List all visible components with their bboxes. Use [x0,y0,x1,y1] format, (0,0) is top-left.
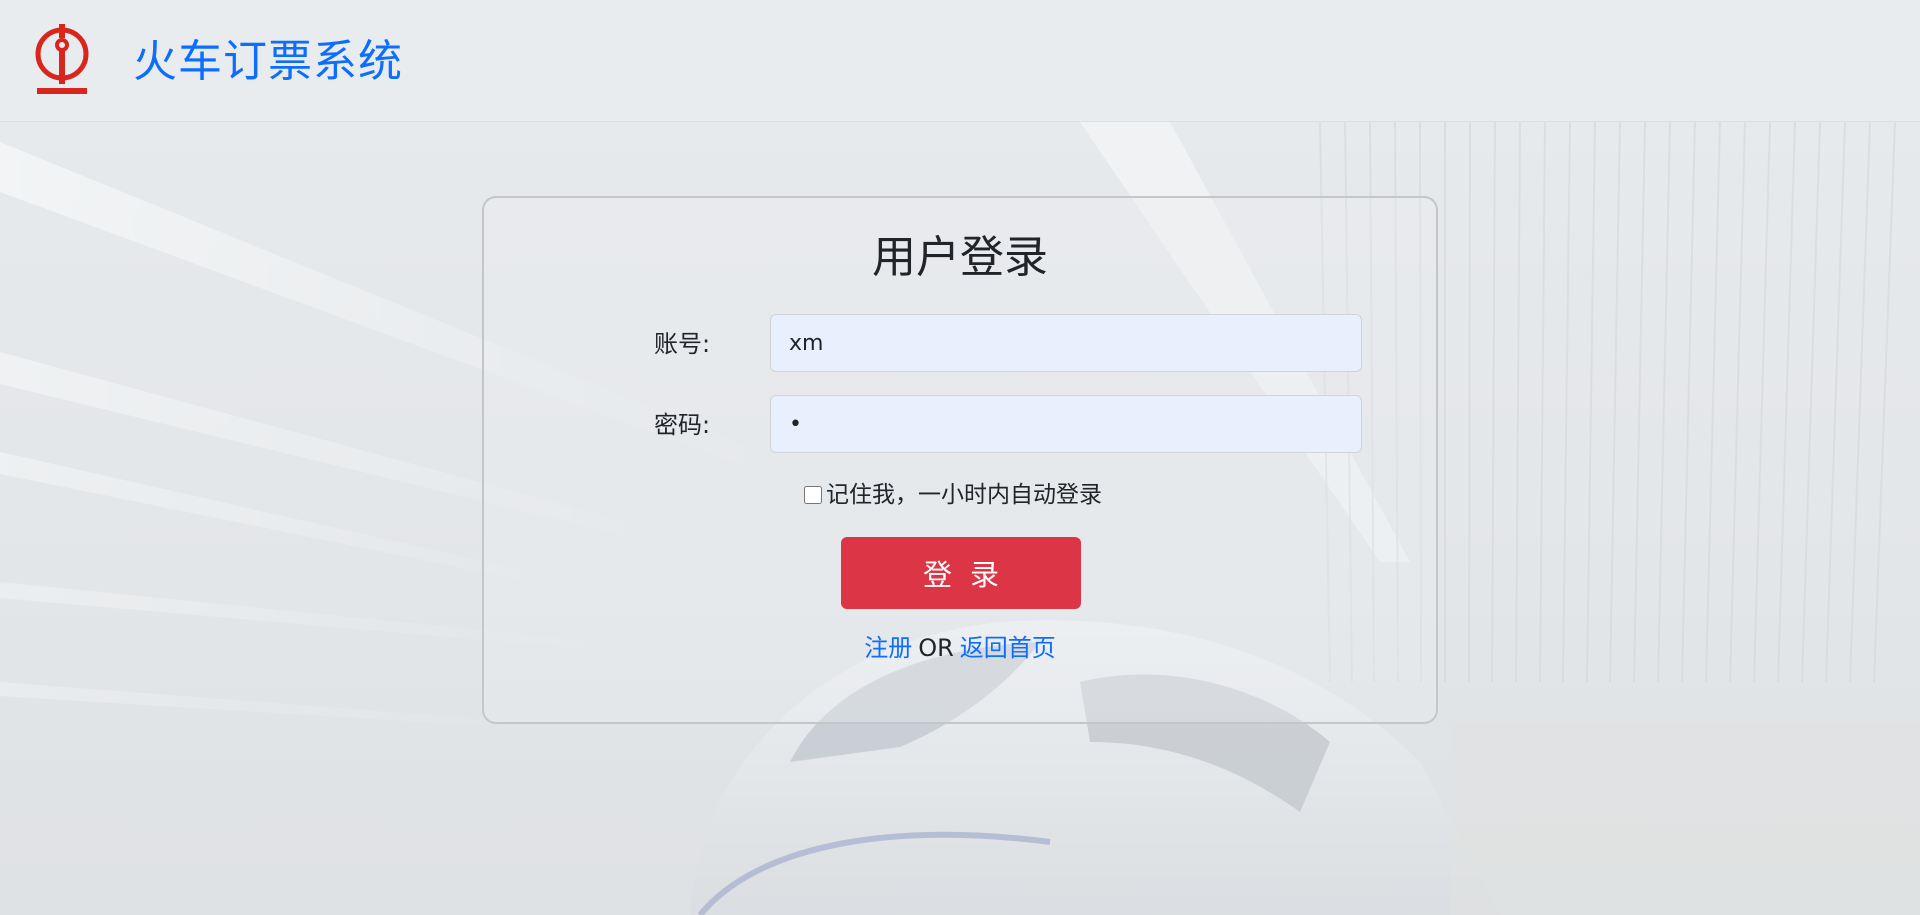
password-input[interactable] [770,395,1362,453]
login-title: 用户登录 [872,232,1048,283]
login-card: 用户登录 账号: 密码: 记住我，一小时内自动登录 登录 注册OR返回首页 [482,196,1438,724]
top-navbar: 火车订票系统 [0,0,1920,122]
remember-me-label: 记住我，一小时内自动登录 [826,482,1102,508]
login-button[interactable]: 登录 [841,537,1081,609]
account-label: 账号: [654,330,711,358]
railway-logo-icon[interactable] [31,24,93,98]
remember-me[interactable]: 记住我，一小时内自动登录 [804,480,1102,510]
brand-title[interactable]: 火车订票系统 [133,34,403,90]
remember-me-checkbox[interactable] [804,486,822,504]
register-link[interactable]: 注册 [864,634,912,662]
home-link[interactable]: 返回首页 [960,634,1056,662]
auth-links: 注册 OR 返回首页 [484,633,1436,663]
account-input[interactable] [770,314,1362,372]
or-separator: OR [918,634,954,662]
password-label: 密码: [654,411,711,439]
